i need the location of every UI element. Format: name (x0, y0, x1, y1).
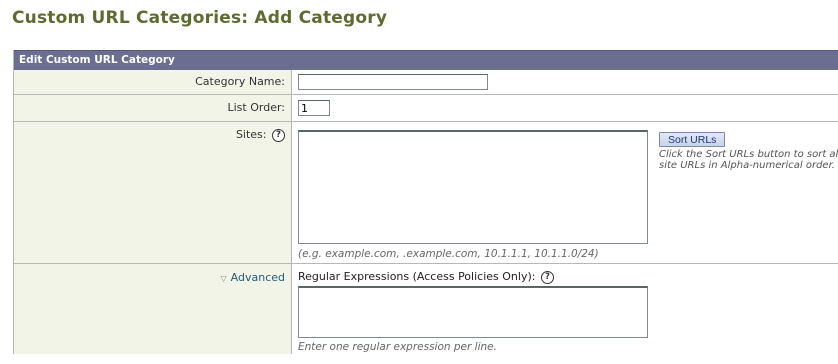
advanced-link[interactable]: Advanced (231, 271, 285, 284)
question-circle-icon[interactable]: ? (272, 128, 285, 142)
regex-label-wrap: Regular Expressions (Access Policies Onl… (298, 270, 554, 284)
sites-example-text: (e.g. example.com, .example.com, 10.1.1.… (298, 248, 599, 260)
regex-label: Regular Expressions (Access Policies Onl… (298, 270, 536, 283)
category-name-row: Category Name: (14, 70, 838, 95)
sites-row: Sites: ? (e.g. example.com, .example.com… (14, 122, 838, 264)
sites-label-cell: Sites: ? (14, 122, 292, 263)
panel-header: Edit Custom URL Category (14, 50, 838, 70)
category-name-label: Category Name: (14, 70, 292, 94)
sites-label: Sites: (235, 128, 267, 141)
page-title: Custom URL Categories: Add Category (12, 8, 388, 28)
regex-help-text: Enter one regular expression per line. (298, 341, 497, 353)
advanced-label-cell: ▽ Advanced (14, 264, 292, 354)
list-order-label: List Order: (14, 95, 292, 121)
list-order-input[interactable] (298, 100, 330, 116)
sort-urls-button[interactable]: Sort URLs (659, 132, 726, 147)
question-circle-icon[interactable]: ? (540, 270, 554, 284)
category-name-input[interactable] (298, 74, 488, 90)
triangle-down-icon[interactable]: ▽ (221, 274, 227, 283)
regex-textarea[interactable] (298, 286, 648, 338)
advanced-row: ▽ Advanced Regular Expressions (Access Po… (14, 264, 838, 354)
edit-category-panel: Edit Custom URL Category Category Name: … (13, 50, 838, 354)
sites-textarea[interactable] (298, 130, 648, 244)
list-order-row: List Order: (14, 95, 838, 122)
sort-urls-help-text: Click the Sort URLs button to sort all s… (659, 149, 838, 171)
